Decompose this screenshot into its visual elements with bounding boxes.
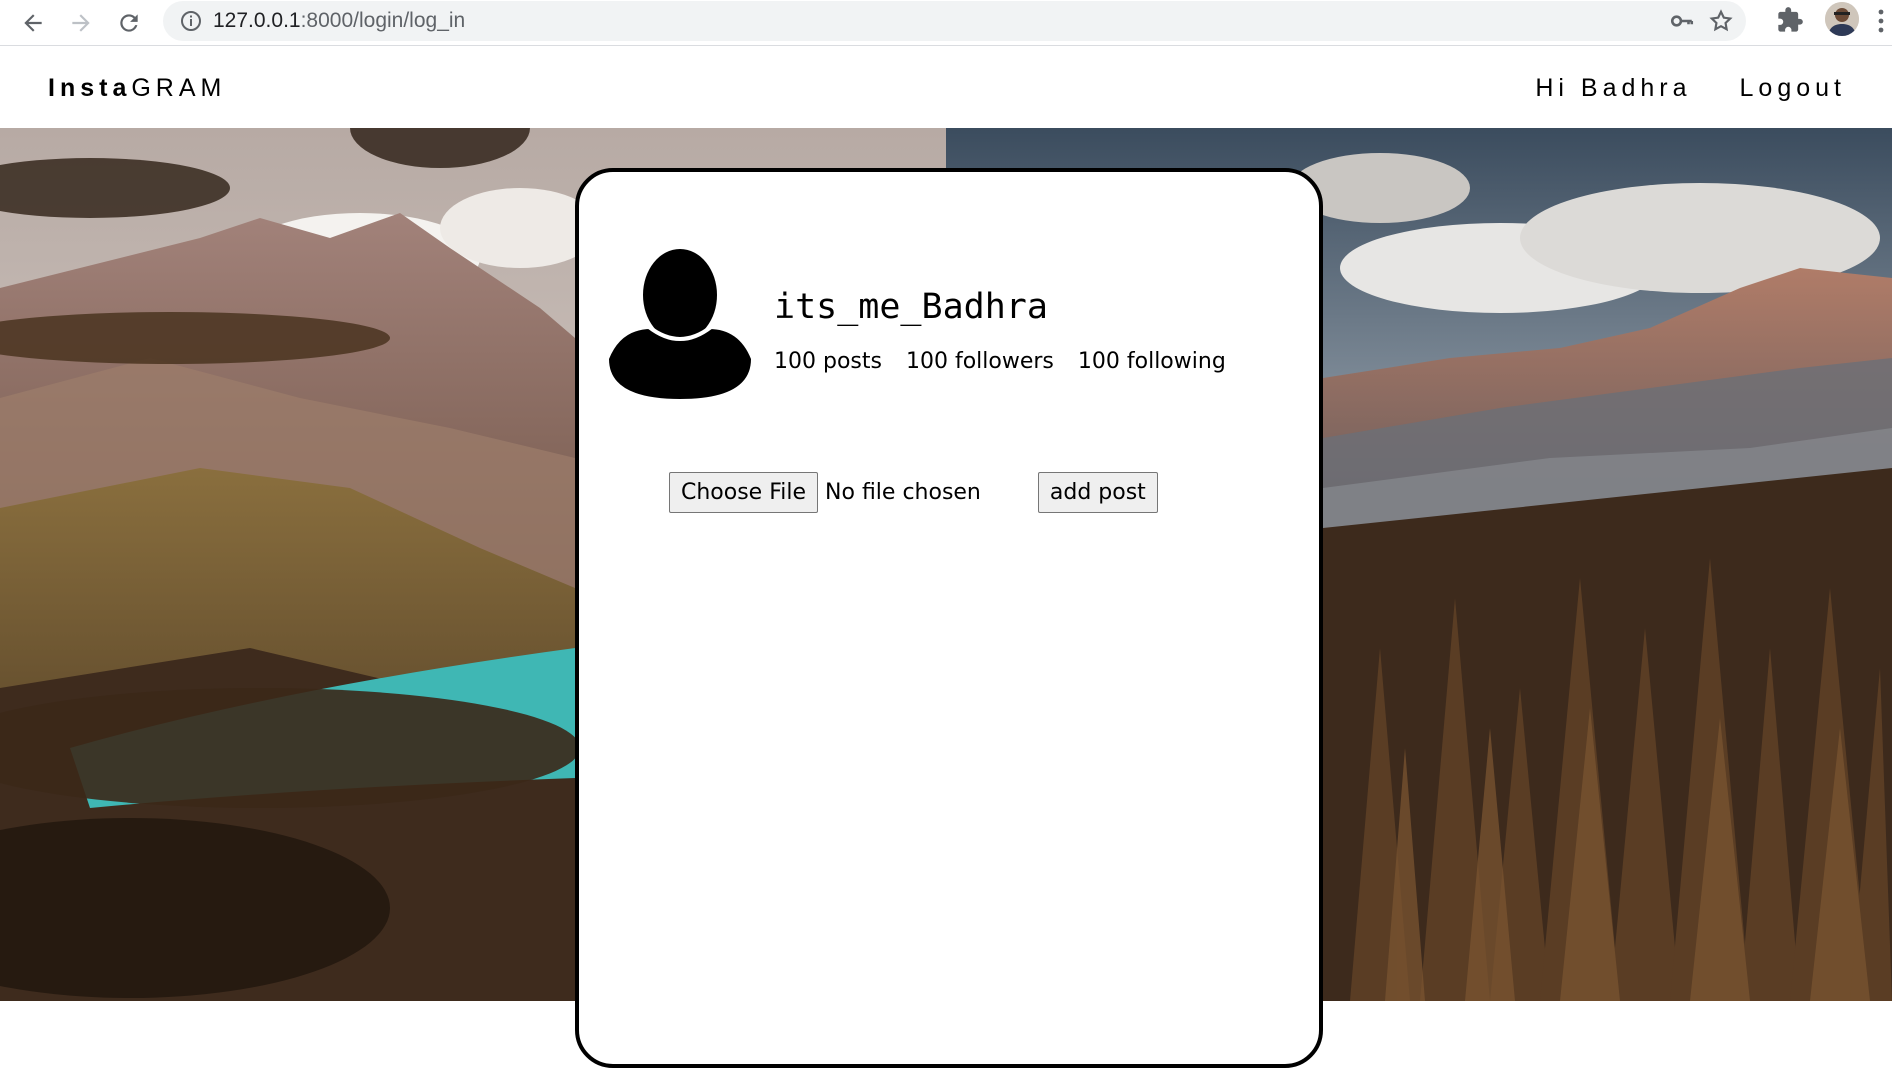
logo-rest-part: GRAM xyxy=(131,74,227,102)
add-post-button[interactable]: add post xyxy=(1037,472,1158,513)
file-status-text: No file chosen xyxy=(825,480,981,505)
puzzle-icon[interactable] xyxy=(1776,6,1804,34)
choose-file-button[interactable]: Choose File xyxy=(669,472,819,513)
back-arrow-icon[interactable] xyxy=(14,4,52,42)
url-text[interactable]: 127.0.0.1:8000/login/log_in xyxy=(213,9,465,33)
following-count[interactable]: 100 following xyxy=(1078,349,1226,374)
profile-avatar[interactable] xyxy=(1825,2,1859,36)
star-icon[interactable] xyxy=(1708,8,1734,34)
nav-links: Hi Badhra Logout xyxy=(1535,74,1846,103)
brand-logo[interactable]: InstaGRAM xyxy=(48,74,226,103)
menu-dots-icon[interactable] xyxy=(1878,8,1884,34)
logout-link[interactable]: Logout xyxy=(1740,74,1846,103)
profile-stats: 100 posts 100 followers 100 following xyxy=(774,349,1226,374)
logo-bold-part: Insta xyxy=(48,74,132,102)
address-bar[interactable]: 127.0.0.1:8000/login/log_in xyxy=(163,1,1746,41)
url-path: :8000/login/log_in xyxy=(300,9,466,32)
post-upload-form: Choose File No file chosen add post xyxy=(669,472,1158,513)
profile-card: its_me_Badhra 100 posts 100 followers 10… xyxy=(575,168,1323,1068)
app-navbar: InstaGRAM Hi Badhra Logout xyxy=(0,47,1892,128)
profile-username: its_me_Badhra xyxy=(774,287,1048,327)
default-avatar-icon xyxy=(609,249,751,399)
posts-count[interactable]: 100 posts xyxy=(774,349,882,374)
reload-icon[interactable] xyxy=(110,4,148,42)
url-host: 127.0.0.1 xyxy=(213,9,301,32)
key-icon[interactable] xyxy=(1669,8,1695,34)
forward-arrow-icon[interactable] xyxy=(62,4,100,42)
followers-count[interactable]: 100 followers xyxy=(906,349,1054,374)
greeting-link[interactable]: Hi Badhra xyxy=(1535,74,1691,103)
info-icon[interactable] xyxy=(179,9,203,33)
browser-toolbar: 127.0.0.1:8000/login/log_in xyxy=(0,0,1892,46)
